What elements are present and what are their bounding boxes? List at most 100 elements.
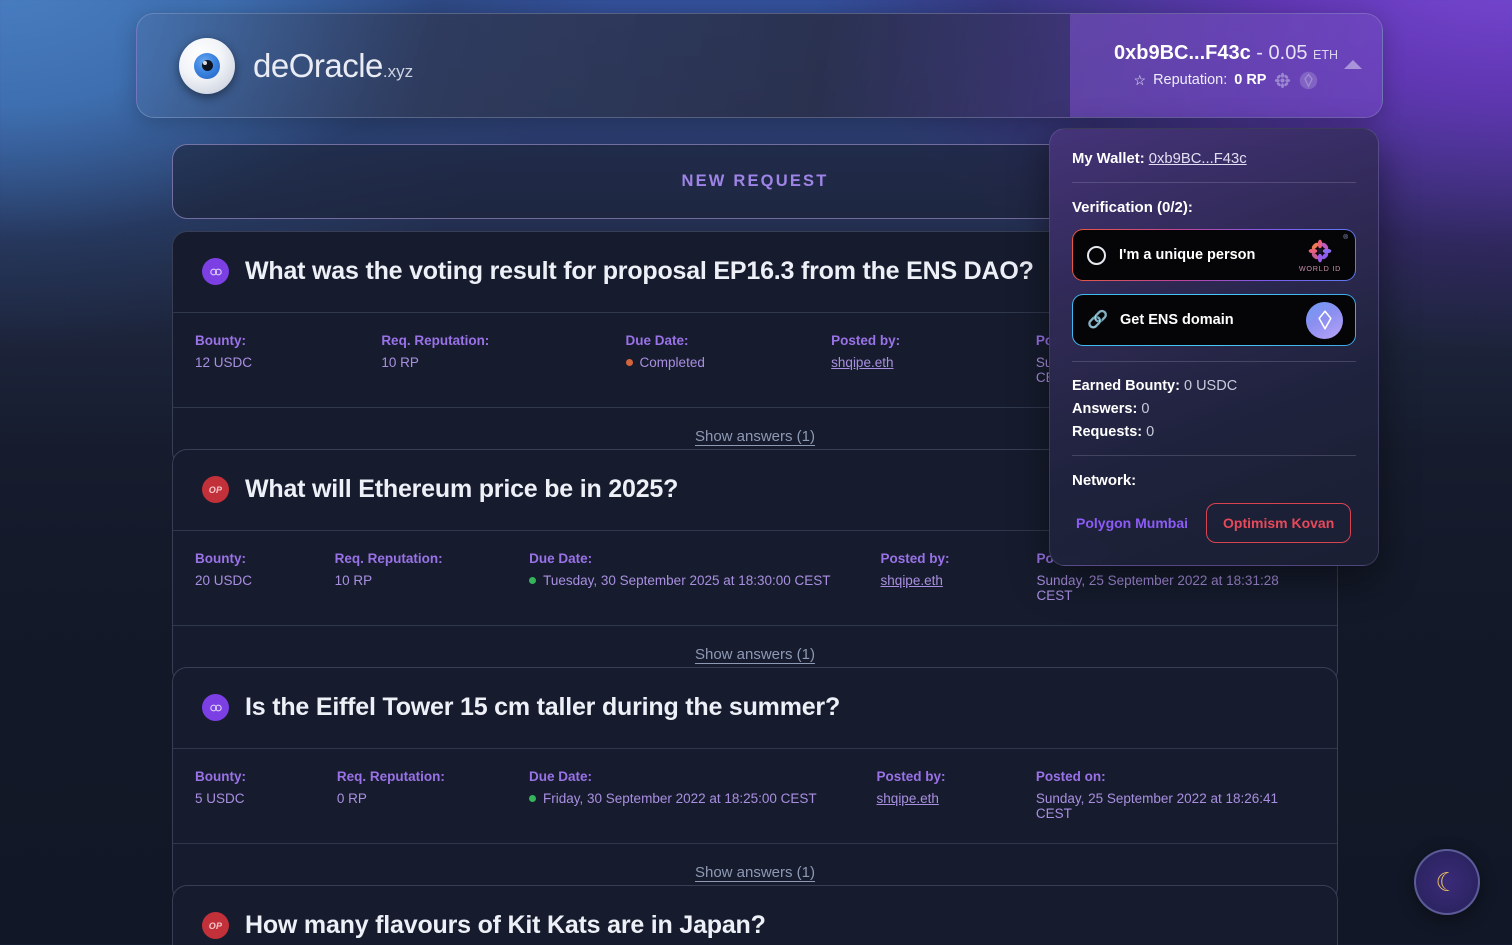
wallet-address: 0xb9BC...F43c	[1113, 41, 1251, 64]
ens-badge-icon	[1300, 71, 1318, 89]
meta-reputation: Req. Reputation: 10 RP	[335, 551, 530, 603]
meta-bounty: Bounty: 20 USDC	[195, 551, 335, 603]
request-title: What will Ethereum price be in 2025?	[245, 475, 679, 503]
meta-reputation-value: 10 RP	[381, 355, 419, 370]
optimism-icon: OP	[202, 476, 229, 503]
link-icon: 🔗	[1087, 310, 1109, 329]
meta-due-date-value: Completed	[625, 355, 832, 370]
divider	[1072, 455, 1356, 456]
meta-bounty: Bounty: 5 USDC	[195, 769, 337, 821]
show-answers-link[interactable]: Show answers (1)	[695, 646, 815, 663]
worldid-icon	[1308, 239, 1332, 263]
stat-answers-label: Answers:	[1072, 401, 1138, 417]
meta-bounty-label: Bounty:	[195, 769, 246, 784]
app-root: deOracle.xyz 0xb9BC...F43c - 0.05 ETH ☆ …	[0, 0, 1512, 945]
meta-due-date-text: Tuesday, 30 September 2025 at 18:30:00 C…	[543, 573, 831, 588]
request-card[interactable]: OP How many flavours of Kit Kats are in …	[172, 885, 1338, 945]
optimism-icon: OP	[202, 912, 229, 939]
reputation-value: 0 RP	[1234, 72, 1267, 88]
meta-posted-by-value[interactable]: shqipe.eth	[877, 791, 939, 806]
stat-answers-value: 0	[1141, 401, 1150, 417]
brand-logo[interactable]: deOracle.xyz	[137, 37, 414, 94]
polygon-icon	[202, 694, 229, 721]
meta-posted-on: Posted on: Sunday, 25 September 2022 at …	[1036, 769, 1308, 821]
new-request-label: NEW REQUEST	[681, 172, 829, 190]
meta-posted-by-label: Posted by:	[880, 551, 950, 566]
dropdown-wallet-address[interactable]: 0xb9BC...F43c	[1149, 151, 1247, 167]
stat-answers: Answers: 0	[1072, 401, 1356, 417]
meta-due-date-text: Friday, 30 September 2022 at 18:25:00 CE…	[543, 791, 817, 806]
request-card[interactable]: Is the Eiffel Tower 15 cm taller during …	[172, 667, 1338, 903]
dark-mode-toggle[interactable]: ☾	[1414, 849, 1480, 915]
wallet-summary-button[interactable]: 0xb9BC...F43c - 0.05 ETH ☆ Reputation: 0…	[1070, 14, 1382, 117]
chevron-up-icon[interactable]	[1344, 60, 1362, 69]
meta-due-date-text: Completed	[639, 355, 705, 370]
stat-requests-value: 0	[1146, 424, 1155, 440]
registered-mark-icon: ®	[1343, 234, 1348, 241]
meta-due-date-value: Tuesday, 30 September 2025 at 18:30:00 C…	[529, 573, 880, 588]
worldid-logo: ® WORLD ID	[1297, 234, 1348, 275]
wallet-balance-row: 0xb9BC...F43c - 0.05 ETH	[1114, 42, 1338, 65]
brand-name-text: deOracle	[253, 46, 383, 84]
network-options: Polygon Mumbai Optimism Kovan	[1072, 503, 1356, 543]
request-card-header: OP How many flavours of Kit Kats are in …	[173, 886, 1337, 945]
meta-due-date-label: Due Date:	[625, 333, 689, 348]
network-polygon-mumbai[interactable]: Polygon Mumbai	[1072, 505, 1192, 541]
meta-bounty-value: 5 USDC	[195, 791, 245, 806]
request-title: Is the Eiffel Tower 15 cm taller during …	[245, 693, 841, 721]
wallet-separator: -	[1256, 41, 1263, 64]
network-optimism-kovan[interactable]: Optimism Kovan	[1206, 503, 1352, 543]
brand-suffix: .xyz	[382, 61, 414, 81]
meta-posted-by: Posted by: shqipe.eth	[881, 551, 1037, 603]
status-dot	[625, 359, 633, 366]
eye-icon	[179, 37, 235, 94]
optimism-icon-label: OP	[208, 484, 223, 495]
meta-posted-by-value[interactable]: shqipe.eth	[831, 355, 893, 370]
meta-reputation: Req. Reputation: 10 RP	[381, 333, 625, 385]
status-dot	[529, 795, 537, 802]
stat-requests: Requests: 0	[1072, 424, 1356, 440]
meta-reputation-label: Req. Reputation:	[336, 769, 445, 784]
meta-posted-by-value[interactable]: shqipe.eth	[881, 573, 943, 588]
get-ens-domain-label: Get ENS domain	[1120, 312, 1234, 328]
divider	[1072, 361, 1356, 362]
meta-due-date: Due Date: Friday, 30 September 2022 at 1…	[529, 769, 877, 821]
moon-icon: ☾	[1435, 867, 1459, 897]
meta-reputation-value: 10 RP	[334, 573, 373, 588]
stat-earned-bounty-label: Earned Bounty:	[1072, 378, 1180, 394]
meta-due-date-label: Due Date:	[529, 551, 593, 566]
meta-posted-on-value: Sunday, 25 September 2022 at 18:31:28 CE…	[1036, 573, 1279, 603]
wallet-reputation-row: ☆ Reputation: 0 RP	[1134, 71, 1319, 90]
radio-unchecked-icon[interactable]	[1087, 245, 1106, 265]
worldid-caption: WORLD ID	[1298, 264, 1342, 273]
wallet-balance-unit: ETH	[1313, 47, 1339, 62]
star-outline-icon: ☆	[1133, 71, 1147, 88]
eye-iris	[194, 52, 220, 79]
meta-due-date-value: Friday, 30 September 2022 at 18:25:00 CE…	[529, 791, 877, 806]
meta-posted-by-label: Posted by:	[876, 769, 946, 784]
meta-bounty-value: 12 USDC	[195, 355, 253, 370]
show-answers-link[interactable]: Show answers (1)	[695, 428, 815, 445]
optimism-icon-label: OP	[208, 920, 223, 931]
meta-posted-on-label: Posted on:	[1035, 769, 1106, 784]
status-dot	[529, 577, 537, 584]
meta-due-date: Due Date: Tuesday, 30 September 2025 at …	[529, 551, 880, 603]
wallet-balance: 0.05	[1268, 41, 1308, 64]
verification-heading: Verification (0/2):	[1072, 199, 1193, 216]
get-ens-domain-button[interactable]: 🔗 Get ENS domain	[1072, 294, 1356, 346]
meta-reputation-label: Req. Reputation:	[381, 333, 490, 348]
reputation-label: Reputation:	[1153, 72, 1228, 88]
meta-bounty-label: Bounty:	[195, 333, 246, 348]
divider	[1072, 182, 1356, 183]
request-meta: Bounty: 5 USDC Req. Reputation: 0 RP Due…	[173, 748, 1337, 843]
meta-posted-by: Posted by: shqipe.eth	[877, 769, 1036, 821]
eye-pupil	[201, 60, 213, 71]
show-answers-link[interactable]: Show answers (1)	[695, 864, 815, 881]
meta-reputation: Req. Reputation: 0 RP	[337, 769, 529, 821]
verify-unique-person-button[interactable]: I'm a unique person ® WORLD ID	[1072, 229, 1356, 281]
worldid-badge-icon	[1275, 72, 1291, 88]
app-header: deOracle.xyz 0xb9BC...F43c - 0.05 ETH ☆ …	[136, 13, 1383, 118]
meta-due-date-label: Due Date:	[529, 769, 593, 784]
meta-due-date: Due Date: Completed	[625, 333, 832, 385]
request-title: What was the voting result for proposal …	[245, 257, 1034, 285]
